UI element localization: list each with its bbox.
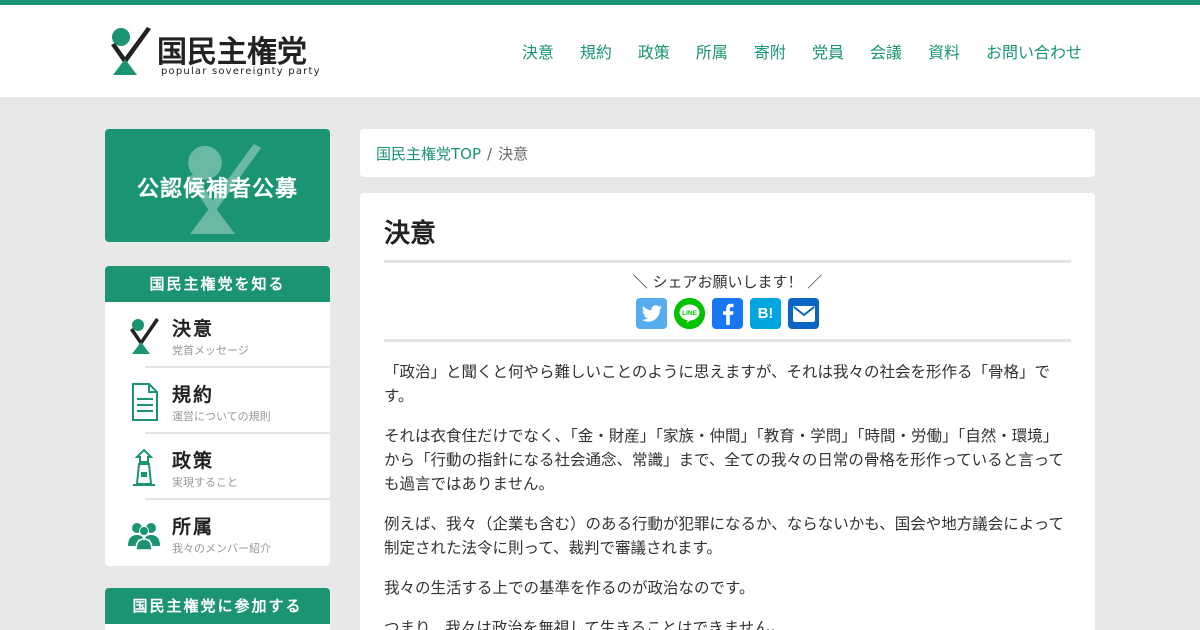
nav-item-materials[interactable]: 資料 [928, 39, 960, 63]
sidebar-item-members[interactable]: 所属 我々のメンバー紹介 [105, 500, 330, 566]
page-title: 決意 [384, 213, 1071, 263]
nav-item-donation[interactable]: 寄附 [754, 39, 786, 63]
article-paragraph: それは衣食住だけでなく、「金・財産」「家族・仲間」「教育・学問」「時間・労働」「… [384, 427, 1064, 493]
sidebar-item-subtitle: 我々のメンバー紹介 [172, 542, 271, 555]
nav-item-rules[interactable]: 規約 [580, 39, 612, 63]
party-logo-icon [111, 27, 151, 75]
email-icon [792, 305, 815, 322]
breadcrumb-current: 決意 [498, 145, 529, 163]
article-card: 決意 ＼ シェアお願いします！ ／ LINE B! 「政治」と聞くと何やら難しい… [360, 193, 1095, 630]
sidebar-item-title: 政策 [172, 450, 215, 472]
twitter-share-button[interactable] [636, 298, 667, 329]
candidate-recruit-banner[interactable]: 公認候補者公募 [105, 129, 330, 242]
sidebar-join-section: 国民主権党に参加する [105, 588, 330, 630]
breadcrumb-home-link[interactable]: 国民主権党TOP [376, 145, 481, 163]
share-prompt: ＼ シェアお願いします！ ／ [632, 273, 823, 291]
hatena-share-button[interactable]: B! [750, 298, 781, 329]
main-nav: 決意 規約 政策 所属 寄附 党員 会議 資料 お問い合わせ [522, 39, 1082, 63]
line-share-button[interactable]: LINE [674, 298, 705, 329]
sidebar-item-subtitle: 党首メッセージ [172, 344, 249, 357]
sidebar-item-policy[interactable]: 政策 実現すること [105, 434, 330, 500]
breadcrumb-separator: / [487, 145, 493, 163]
article-body: 「政治」と聞くと何やら難しいことのように思えますが、それは我々の社会を形作る「骨… [384, 360, 1071, 630]
party-logo-icon [130, 318, 159, 354]
nav-item-policy[interactable]: 政策 [638, 39, 670, 63]
nav-item-party-member[interactable]: 党員 [812, 39, 844, 63]
article-paragraph: 「政治」と聞くと何やら難しいことのように思えますが、それは我々の社会を形作る「骨… [384, 363, 1051, 405]
share-section: ＼ シェアお願いします！ ／ LINE B! [384, 263, 1071, 342]
logo-subtitle: popular sovereignty party [161, 66, 321, 77]
nav-item-contact[interactable]: お問い合わせ [986, 39, 1082, 63]
article-paragraph: 例えば、我々（企業も含む）のある行動が犯罪になるか、ならないかも、国会や地方議会… [384, 515, 1064, 557]
hatena-icon: B! [757, 305, 774, 322]
site-header: 国民主権党 popular sovereignty party 決意 規約 政策… [0, 5, 1200, 97]
document-icon [132, 383, 158, 421]
banner-text: 公認候補者公募 [136, 177, 298, 202]
twitter-icon [641, 304, 662, 322]
email-share-button[interactable] [788, 298, 819, 329]
facebook-share-button[interactable] [712, 298, 743, 329]
breadcrumb: 国民主権党TOP / 決意 [360, 129, 1095, 177]
sidebar-item-resolve[interactable]: 決意 党首メッセージ [105, 302, 330, 368]
sidebar-item-subtitle: 実現すること [172, 476, 238, 489]
logo-title: 国民主権党 [157, 35, 307, 70]
site-logo[interactable]: 国民主権党 popular sovereignty party [105, 25, 325, 81]
svg-text:LINE: LINE [682, 310, 697, 317]
sidebar-item-title: 所属 [172, 516, 215, 538]
lighthouse-icon [133, 448, 155, 486]
article-paragraph: 我々の生活する上での基準を作るのが政治なのです。 [384, 579, 755, 597]
sidebar-item-title: 規約 [172, 384, 215, 406]
facebook-icon [722, 303, 733, 325]
line-icon: LINE [674, 298, 705, 329]
sidebar-item-subtitle: 運営についての規則 [172, 410, 271, 423]
nav-item-resolve[interactable]: 決意 [522, 39, 554, 63]
sidebar-know-section: 国民主権党を知る 決意 党首メッセージ 規約 運営についての規則 政策 実現する… [105, 266, 330, 566]
nav-item-members[interactable]: 所属 [696, 39, 728, 63]
people-icon [128, 523, 160, 551]
sidebar-item-rules[interactable]: 規約 運営についての規則 [105, 368, 330, 434]
share-buttons: LINE B! [384, 298, 1071, 329]
nav-item-meeting[interactable]: 会議 [870, 39, 902, 63]
sidebar-know-heading: 国民主権党を知る [105, 266, 330, 302]
article-paragraph: つまり、我々は政治を無視して生きることはできません。 [384, 619, 786, 630]
sidebar-item-title: 決意 [172, 318, 215, 340]
sidebar-join-heading[interactable]: 国民主権党に参加する [105, 588, 330, 624]
